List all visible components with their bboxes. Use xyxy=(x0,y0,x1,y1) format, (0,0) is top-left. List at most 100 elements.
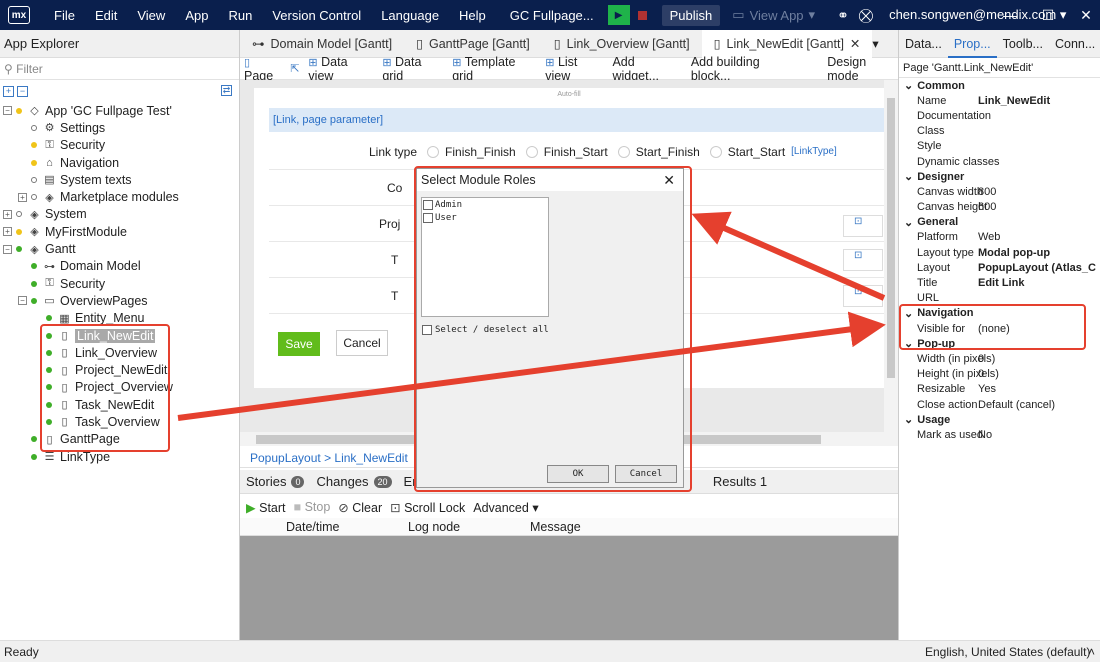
property-category[interactable]: ⌄ Usage xyxy=(899,412,1100,427)
property-row[interactable]: Height (in pixels) 0 xyxy=(899,367,1100,382)
right-tab[interactable]: Conn... xyxy=(1049,37,1100,51)
toolbar-data-view[interactable]: ⊞ Data view xyxy=(308,55,373,83)
property-row[interactable]: Close action Default (cancel) xyxy=(899,397,1100,412)
tab-overflow-icon[interactable]: ▾ xyxy=(872,36,878,51)
property-value[interactable]: Default (cancel) xyxy=(978,399,1100,411)
editor-tab[interactable]: ▯ Link_NewEdit [Gantt] ✕ xyxy=(701,29,873,58)
toolbar-list-view[interactable]: ⊞ List view xyxy=(545,55,603,83)
radio-button[interactable] xyxy=(525,146,538,159)
link-type-row[interactable]: Link type Finish_Finish Finish_Start Start… xyxy=(269,134,884,170)
right-tab[interactable]: Prop... xyxy=(947,30,997,58)
expand-icon[interactable]: + xyxy=(3,227,12,237)
bottom-tab[interactable]: Results 1 xyxy=(707,474,773,489)
menu-item-view[interactable]: View xyxy=(127,8,175,23)
property-row[interactable]: Platform Web xyxy=(899,230,1100,245)
right-tab[interactable]: Data... xyxy=(899,37,948,51)
menu-item-app[interactable]: App xyxy=(175,8,218,23)
property-row[interactable]: Layout type Modal pop-up xyxy=(899,245,1100,260)
expand-all-icon[interactable]: + xyxy=(3,85,14,97)
console-scroll-lock-button[interactable]: ⊡ Scroll Lock xyxy=(390,500,465,515)
stop-icon[interactable] xyxy=(632,5,654,25)
menu-item-version-control[interactable]: Version Control xyxy=(262,8,371,23)
property-value[interactable]: 0 xyxy=(978,353,1100,365)
reference-selector-icon[interactable]: ⊡ xyxy=(843,249,883,271)
property-row[interactable]: Name Link_NewEdit xyxy=(899,93,1100,108)
property-category[interactable]: ⌄ Designer xyxy=(899,169,1100,184)
toolbar-add-building-block[interactable]: Add building block... xyxy=(691,55,798,83)
collapse-icon[interactable]: − xyxy=(18,296,27,306)
language-selector[interactable]: English, United States (default) xyxy=(925,645,1090,659)
property-row[interactable]: Mark as used No xyxy=(899,427,1100,442)
publish-button[interactable]: Publish xyxy=(661,4,721,26)
expand-icon[interactable]: + xyxy=(18,192,27,202)
cancel-button[interactable]: Cancel xyxy=(336,330,388,356)
tree-item[interactable]: ⌂ Navigation xyxy=(0,154,239,171)
pointer-icon[interactable]: ⇱ xyxy=(290,62,299,75)
property-row[interactable]: Dynamic classes xyxy=(899,154,1100,169)
close-icon[interactable]: ✕ xyxy=(1070,0,1100,30)
tree-item[interactable]: ⊶ Domain Model xyxy=(0,258,239,275)
property-value[interactable]: 800 xyxy=(978,186,1100,198)
property-value[interactable]: PopupLayout (Atlas_C xyxy=(978,262,1100,274)
property-row[interactable]: Title Edit Link xyxy=(899,275,1100,290)
editor-tab[interactable]: ⊶ Domain Model [Gantt] xyxy=(240,30,404,58)
radio-button[interactable] xyxy=(427,146,440,159)
expand-icon[interactable]: + xyxy=(3,209,12,219)
property-row[interactable]: Canvas height 600 xyxy=(899,200,1100,215)
tree-item[interactable]: ⚙ Settings xyxy=(0,119,239,136)
toolbar-add-widget[interactable]: Add widget... xyxy=(612,55,681,83)
property-row[interactable]: Canvas width 800 xyxy=(899,184,1100,199)
column-header[interactable]: Date/time xyxy=(286,520,340,534)
menu-item-file[interactable]: File xyxy=(44,8,85,23)
filter-input[interactable]: ⚲ Filter xyxy=(0,58,239,80)
tree-item[interactable]: ⚿ Security xyxy=(0,137,239,154)
tree-item[interactable]: + ◈ MyFirstModule xyxy=(0,223,239,240)
property-value[interactable]: Web xyxy=(978,231,1100,243)
property-row[interactable]: Style xyxy=(899,139,1100,154)
radio-button[interactable] xyxy=(617,146,630,159)
property-value[interactable]: Link_NewEdit xyxy=(978,95,1100,107)
project-name[interactable]: GC Fullpage... xyxy=(510,8,594,23)
tree-item[interactable]: − ◈ Gantt xyxy=(0,240,239,257)
bottom-tab[interactable]: Changes 20 xyxy=(310,474,397,489)
vertical-scrollbar[interactable] xyxy=(884,80,898,432)
collapse-all-icon[interactable]: − xyxy=(17,85,28,97)
property-row[interactable]: Documentation xyxy=(899,108,1100,123)
property-value[interactable]: Modal pop-up xyxy=(978,247,1100,259)
editor-tab[interactable]: ▯ Link_Overview [Gantt] xyxy=(542,30,702,58)
console-start-button[interactable]: ▶ Start xyxy=(246,500,286,515)
toolbar-data-grid[interactable]: ⊞ Data grid xyxy=(382,55,443,83)
menu-item-language[interactable]: Language xyxy=(371,8,449,23)
data-view-header[interactable]: [Link, page parameter] xyxy=(269,108,884,132)
column-header[interactable]: Message xyxy=(530,520,581,534)
property-value[interactable]: 0 xyxy=(978,368,1100,380)
property-value[interactable]: 600 xyxy=(978,201,1100,213)
collapse-icon[interactable]: − xyxy=(3,106,12,116)
design-mode-toggle[interactable]: Design mode xyxy=(827,55,898,83)
property-category[interactable]: ⌄ Common xyxy=(899,78,1100,93)
toolbar-page[interactable]: ▯ Page xyxy=(244,55,281,83)
column-header[interactable]: Log node xyxy=(408,520,460,534)
tree-item[interactable]: − ◇ App 'GC Fullpage Test' xyxy=(0,102,239,119)
menu-item-edit[interactable]: Edit xyxy=(85,8,127,23)
run-icon[interactable]: ▶ xyxy=(607,5,630,25)
link-icon[interactable]: ⚭ xyxy=(837,7,849,24)
chevron-up-icon[interactable]: ˄ xyxy=(1088,645,1095,659)
view-app-button[interactable]: ▭ View App ▾ xyxy=(732,7,815,23)
tree-item[interactable]: − ▭ OverviewPages xyxy=(0,292,239,309)
property-row[interactable]: Class xyxy=(899,124,1100,139)
property-category[interactable]: ⌄ General xyxy=(899,215,1100,230)
property-value[interactable]: Edit Link xyxy=(978,277,1100,289)
property-row[interactable]: Resizable Yes xyxy=(899,382,1100,397)
close-icon[interactable]: ✕ xyxy=(850,36,860,51)
property-value[interactable]: Yes xyxy=(978,383,1100,395)
reference-selector-icon[interactable]: ⊡ xyxy=(843,285,883,307)
collapse-icon[interactable]: − xyxy=(3,244,12,254)
property-value[interactable]: No xyxy=(978,429,1100,441)
property-row[interactable]: Width (in pixels) 0 xyxy=(899,351,1100,366)
save-button[interactable]: Save xyxy=(278,332,320,356)
sync-icon[interactable]: ⇄ xyxy=(221,85,232,96)
minimize-icon[interactable]: — xyxy=(994,0,1026,30)
property-row[interactable]: Layout PopupLayout (Atlas_C xyxy=(899,260,1100,275)
tree-item[interactable]: ▤ System texts xyxy=(0,171,239,188)
